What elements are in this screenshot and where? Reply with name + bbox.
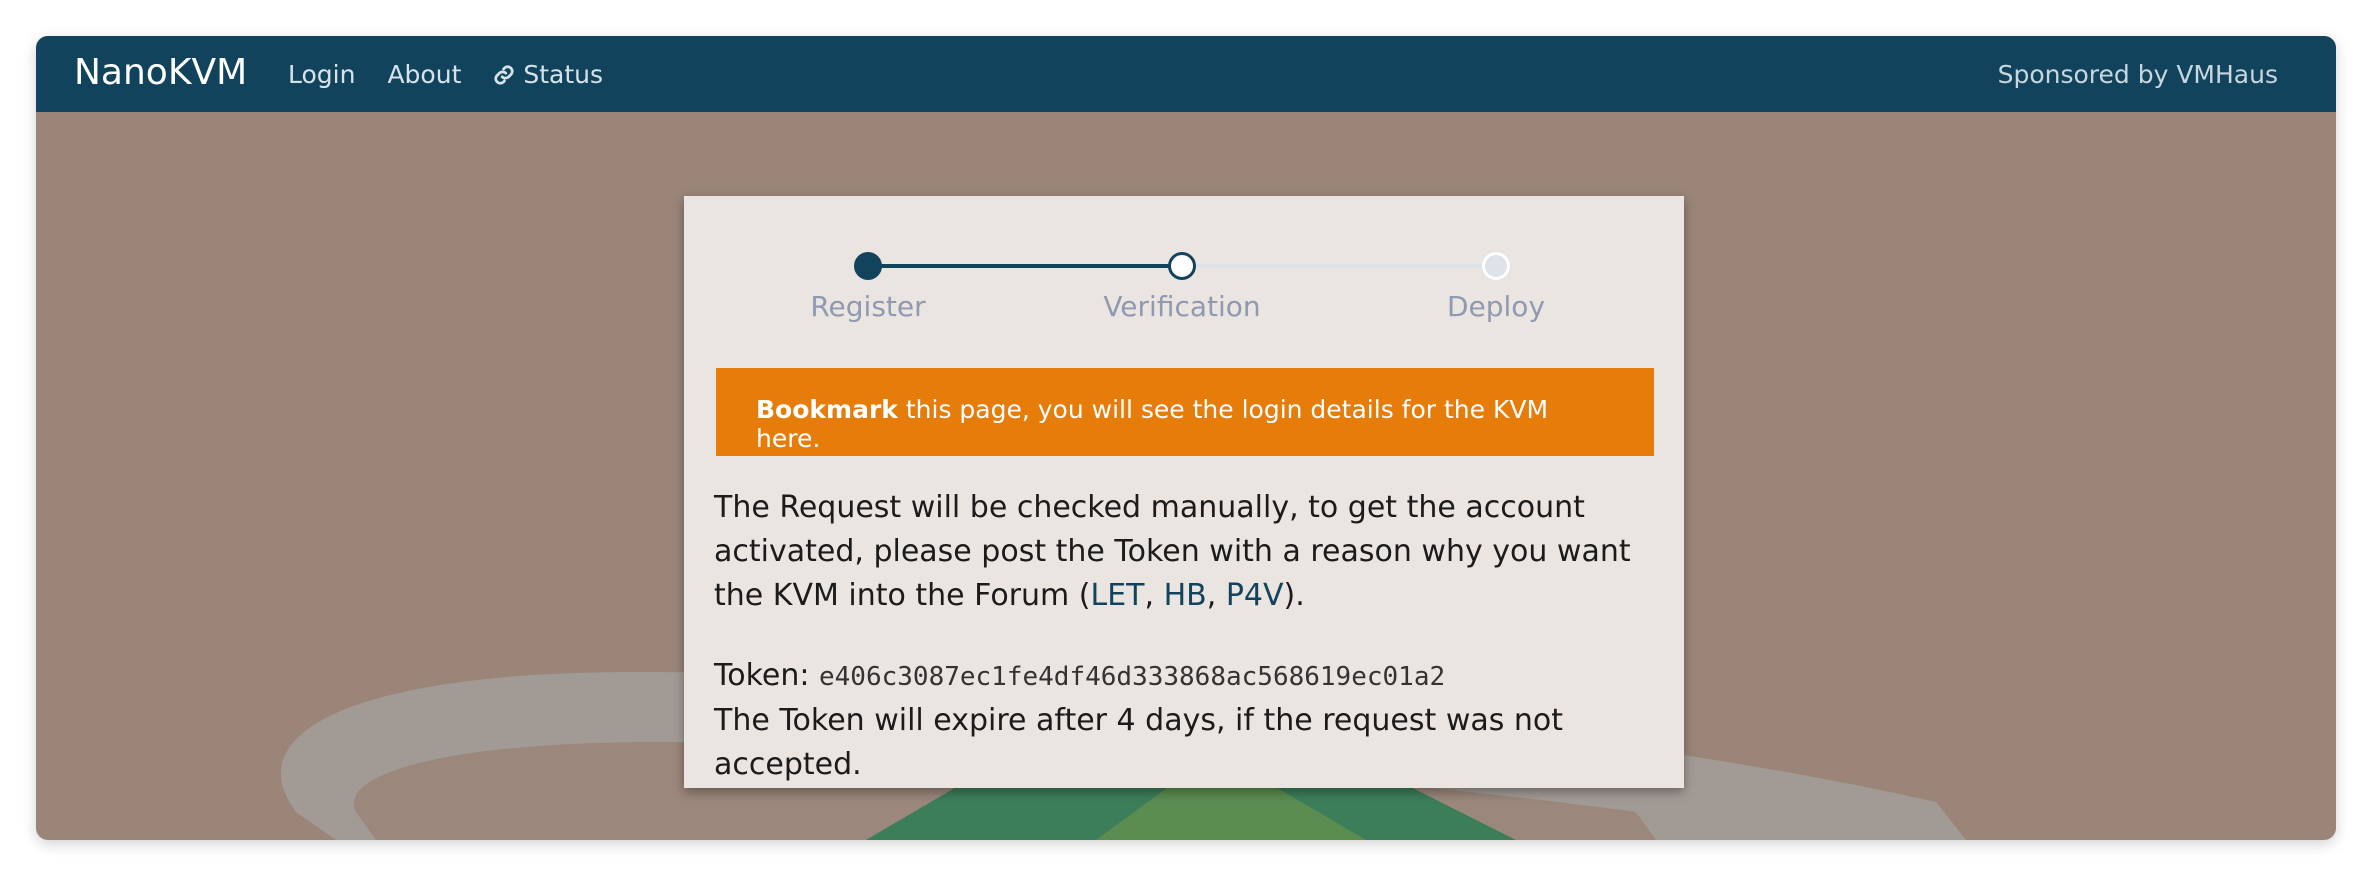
nav-links: Login About Status xyxy=(288,60,603,89)
token-value[interactable]: e406c3087ec1fe4df46d333868ac568619ec01a2 xyxy=(819,662,1445,692)
nav-about-label: About xyxy=(387,60,462,89)
forum-separator: , xyxy=(1144,578,1164,613)
step-verification-dot xyxy=(1168,252,1196,280)
forum-link-hb[interactable]: HB xyxy=(1164,578,1207,613)
step-register-label: Register xyxy=(810,290,926,323)
token-block: Token: e406c3087ec1fe4df46d333868ac56861… xyxy=(714,654,1664,787)
brand-logo[interactable]: NanoKVM xyxy=(74,52,247,93)
token-line: Token: e406c3087ec1fe4df46d333868ac56861… xyxy=(714,654,1664,699)
bookmark-alert: Bookmark this page, you will see the log… xyxy=(716,368,1654,456)
instructions-close: ). xyxy=(1283,578,1305,613)
step-register-dot xyxy=(854,252,882,280)
stepper-line-pending xyxy=(1182,264,1496,268)
navbar: NanoKVM Login About Status Sponsored by … xyxy=(36,36,2336,112)
nav-status-label: Status xyxy=(523,60,604,89)
verification-card: Register Verification Deploy Bookmark th… xyxy=(684,196,1684,788)
link-icon xyxy=(493,64,515,86)
progress-stepper: Register Verification Deploy xyxy=(684,196,1684,336)
alert-bold-text: Bookmark xyxy=(756,395,898,424)
sponsor-text[interactable]: Sponsored by VMHaus xyxy=(1998,60,2278,89)
forum-separator: , xyxy=(1206,578,1226,613)
nav-status-link[interactable]: Status xyxy=(493,60,603,89)
nav-login-link[interactable]: Login xyxy=(288,60,355,89)
forum-link-let[interactable]: LET xyxy=(1091,578,1145,613)
step-deploy-label: Deploy xyxy=(1446,290,1546,323)
nav-about-link[interactable]: About xyxy=(387,60,461,89)
nav-login-label: Login xyxy=(288,60,356,89)
token-label: Token: xyxy=(714,658,819,693)
token-expiry-text: The Token will expire after 4 days, if t… xyxy=(714,703,1564,782)
app-window: NanoKVM Login About Status Sponsored by … xyxy=(36,36,2336,840)
step-deploy-dot xyxy=(1482,252,1510,280)
step-verification-label: Verification xyxy=(1103,290,1261,323)
instructions-text: The Request will be checked manually, to… xyxy=(714,486,1664,618)
stepper-line-completed xyxy=(868,264,1182,268)
forum-link-p4v[interactable]: P4V xyxy=(1226,578,1284,613)
